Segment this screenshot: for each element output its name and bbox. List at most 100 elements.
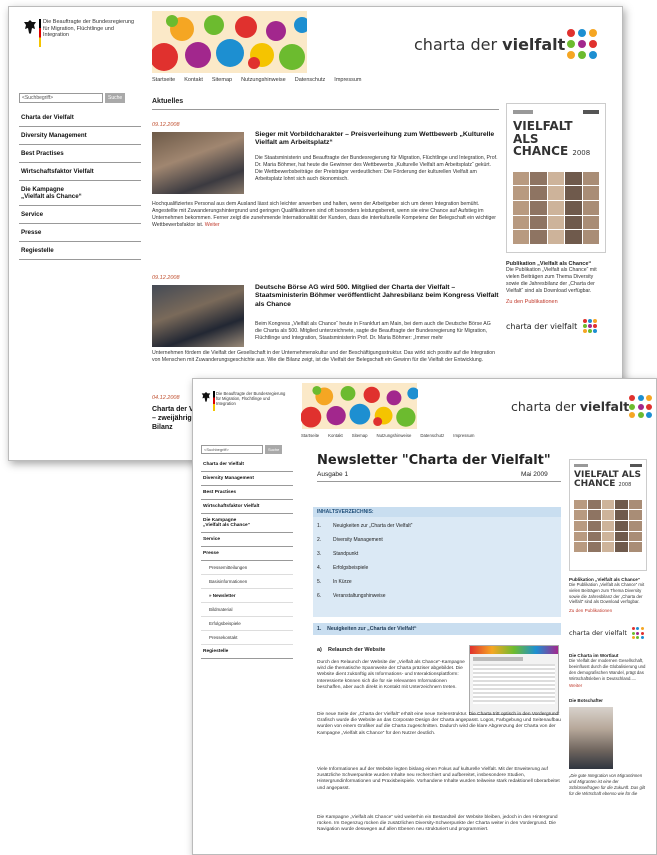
nav-startseite[interactable]: Startseite bbox=[301, 433, 319, 438]
search-button[interactable]: Suche bbox=[265, 445, 283, 454]
publications-link[interactable]: Zu den Publikationen bbox=[506, 299, 614, 305]
divider bbox=[152, 109, 499, 110]
news-headline[interactable]: Deutsche Börse AG wird 500. Mitglied der… bbox=[255, 284, 499, 309]
nav-datenschutz[interactable]: Datenschutz bbox=[420, 433, 444, 438]
paragraph: Die Kampagne „Vielfalt als Chance“ wird … bbox=[317, 815, 558, 833]
nav-nutzungshinweise[interactable]: Nutzungshinweise bbox=[241, 77, 286, 83]
news-date: 09.12.2008 bbox=[152, 275, 180, 281]
sidebar-item[interactable]: Regiestelle bbox=[19, 242, 141, 260]
sidebar-item[interactable]: Die Kampagne „Vielfalt als Chance“ bbox=[201, 514, 293, 533]
nav-startseite[interactable]: Startseite bbox=[152, 77, 175, 83]
flag-stripe bbox=[39, 19, 41, 47]
charta-logo-text[interactable]: charta der vielfalt bbox=[511, 399, 629, 414]
website-thumbnail[interactable] bbox=[469, 645, 559, 715]
publication-cover[interactable]: VIELFALT ALS CHANCE 2008 bbox=[569, 459, 647, 571]
logo-dot bbox=[636, 635, 640, 639]
sidebar-item[interactable]: Best Practises bbox=[201, 486, 293, 500]
paragraph: Durch den Relaunch der Website der „Viel… bbox=[317, 660, 465, 690]
news-headline[interactable]: Sieger mit Vorbildcharakter – Preisverle… bbox=[255, 131, 499, 148]
sidebar-subitem[interactable]: Bildmaterial bbox=[201, 603, 293, 617]
cover-thumb bbox=[565, 230, 582, 244]
charta-dots-icon bbox=[631, 627, 644, 639]
toc-item[interactable]: 4. Erfolgsbeispiele bbox=[317, 565, 557, 571]
charta-logo-text[interactable]: charta der vielfalt bbox=[414, 35, 565, 54]
cover-logo bbox=[583, 110, 599, 114]
toc-number: 6. bbox=[317, 593, 322, 599]
sidebar-item[interactable]: Die Kampagne „Vielfalt als Chance“ bbox=[19, 181, 141, 206]
nav-sitemap[interactable]: Sitemap bbox=[352, 433, 368, 438]
sidebar-item[interactable]: Diversity Management bbox=[201, 472, 293, 486]
sidebar-item[interactable]: Presse bbox=[19, 224, 141, 242]
gov-line: Integration bbox=[43, 32, 69, 39]
cover-thumb bbox=[565, 171, 582, 186]
logo-dot bbox=[637, 403, 644, 410]
weiter-link[interactable]: Weiter bbox=[569, 683, 654, 688]
publication-cover[interactable]: VIELFALT ALS CHANCE 2008 bbox=[506, 103, 606, 253]
sidebar-item[interactable]: Wirtschaftsfaktor Vielfalt bbox=[201, 500, 293, 514]
nav-impressum[interactable]: Impressum bbox=[334, 77, 361, 83]
cover-thumb bbox=[530, 200, 547, 215]
sidebar-subitem[interactable]: Pressemitteilungen bbox=[201, 561, 293, 575]
cover-thumb bbox=[601, 510, 615, 521]
sidebar-subitem[interactable]: Pressekontakt bbox=[201, 631, 293, 645]
sidebar-subitem-label: Erfolgsbeispiele bbox=[209, 621, 241, 626]
news-photo[interactable] bbox=[152, 132, 244, 194]
logo-dot bbox=[578, 51, 586, 59]
news-photo[interactable] bbox=[152, 285, 244, 347]
toc-item[interactable]: 1. Neuigkeiten zur „Charta der Vielfalt“ bbox=[317, 523, 557, 529]
sidebar-item[interactable]: Service bbox=[201, 533, 293, 547]
cover-thumb bbox=[629, 531, 642, 542]
toc-item[interactable]: 2. Diversity Management bbox=[317, 537, 557, 543]
search-box: <Suchbegriff> Suche bbox=[201, 445, 293, 454]
thumb-banner bbox=[470, 646, 558, 654]
sidebar-item[interactable]: Best Practises bbox=[19, 145, 141, 163]
cover-thumb bbox=[629, 542, 642, 552]
charta-dots-logo bbox=[567, 29, 597, 59]
ambassador-photo[interactable] bbox=[569, 707, 613, 770]
sidebar-subitem-label: Pressemitteilungen bbox=[209, 565, 248, 570]
cover-thumb bbox=[513, 171, 530, 186]
logo-dot bbox=[631, 631, 635, 635]
weiter-link[interactable]: Weiter bbox=[205, 222, 220, 228]
cover-thumb bbox=[547, 200, 565, 215]
sidebar-item[interactable]: Presse bbox=[201, 547, 293, 561]
cover-thumb bbox=[547, 215, 565, 230]
nav-nutzungshinweise[interactable]: Nutzungshinweise bbox=[377, 433, 412, 438]
search-input[interactable]: <Suchbegriff> bbox=[19, 93, 103, 103]
sidebar-subitem[interactable]: Basisinformationen bbox=[201, 575, 293, 589]
sidebar-item[interactable]: Diversity Management bbox=[19, 127, 141, 145]
sidebar-subitem[interactable]: Erfolgsbeispiele bbox=[201, 617, 293, 631]
cover-thumb bbox=[601, 499, 615, 510]
sidebar-nav: Charta der Vielfalt Diversity Management B… bbox=[19, 109, 141, 260]
brand-light: charta der bbox=[414, 35, 503, 54]
logo-dot bbox=[640, 635, 644, 639]
logo-dot bbox=[637, 412, 644, 419]
toc-item[interactable]: 3. Standpunkt bbox=[317, 551, 557, 557]
cover-thumb bbox=[530, 230, 547, 244]
logo-dot bbox=[583, 324, 588, 329]
section-heading: 1. Neuigkeiten zur „Charta der Vielfalt“ bbox=[313, 623, 561, 635]
nav-sitemap[interactable]: Sitemap bbox=[212, 77, 232, 83]
nav-kontakt[interactable]: Kontakt bbox=[328, 433, 343, 438]
paragraph: Viele Informationen auf der Website legt… bbox=[317, 767, 560, 791]
sidebar-item[interactable]: Charta der Vielfalt bbox=[19, 109, 141, 127]
search-button[interactable]: Suche bbox=[105, 93, 126, 103]
publications-link[interactable]: Zu den Publikationen bbox=[569, 608, 654, 613]
search-input[interactable]: <Suchbegriff> bbox=[201, 445, 263, 454]
nav-kontakt[interactable]: Kontakt bbox=[184, 77, 203, 83]
toc-item[interactable]: 6. Veranstaltungshinweise bbox=[317, 593, 557, 599]
cover-thumb bbox=[615, 521, 629, 531]
sidebar-item[interactable]: Regiestelle bbox=[201, 645, 293, 659]
nav-datenschutz[interactable]: Datenschutz bbox=[295, 77, 326, 83]
section-title: Aktuelles bbox=[152, 98, 184, 105]
logo-dot bbox=[637, 395, 644, 401]
sidebar-item[interactable]: Wirtschaftsfaktor Vielfalt bbox=[19, 163, 141, 181]
sidebar-item[interactable]: Service bbox=[19, 206, 141, 224]
sidebar-subitem[interactable]: » Newsletter bbox=[201, 589, 293, 603]
gov-line: für Migration, Flüchtlinge und bbox=[43, 25, 114, 32]
cover-thumb bbox=[582, 200, 599, 215]
toc-item[interactable]: 5. In Kürze bbox=[317, 579, 557, 585]
sidebar-item[interactable]: Charta der Vielfalt bbox=[201, 458, 293, 472]
nav-impressum[interactable]: Impressum bbox=[453, 433, 474, 438]
toc-number: 4. bbox=[317, 565, 322, 571]
